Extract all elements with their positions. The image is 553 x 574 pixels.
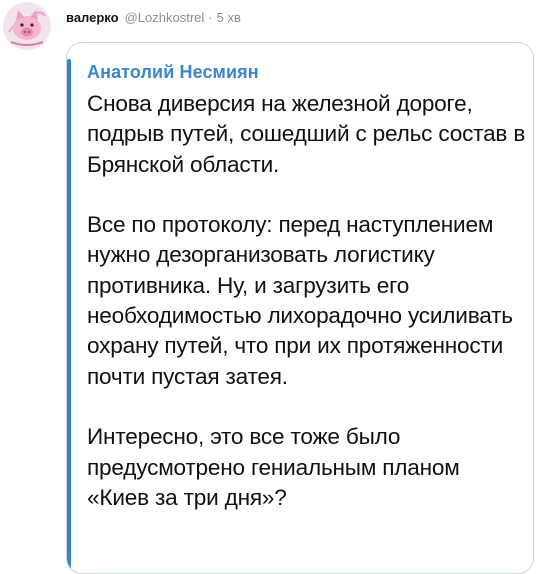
- post-paragraph: Все по протоколу: перед наступлением нуж…: [87, 212, 513, 389]
- forwarded-author-name: Анатолий Несмиян: [87, 62, 259, 82]
- post-paragraph: Интересно, это все тоже было предусмотре…: [87, 424, 460, 510]
- separator-dot: ·: [208, 9, 213, 25]
- tweet-header: валерко @Lozhkostrel · 5 хв: [66, 7, 241, 27]
- attached-screenshot[interactable]: Анатолий Несмиян Снова диверсия на желез…: [66, 42, 534, 574]
- tweet-timestamp[interactable]: 5 хв: [217, 10, 241, 25]
- tweet: валерко @Lozhkostrel · 5 хв Анатолий Нес…: [0, 0, 553, 574]
- post-body: Снова диверсия на железной дороге, подры…: [87, 89, 527, 513]
- author-handle[interactable]: @Lozhkostrel: [125, 10, 205, 25]
- quote-bar: [67, 59, 71, 573]
- post-paragraph: Снова диверсия на железной дороге, подры…: [87, 91, 526, 177]
- pig-avatar-icon[interactable]: [3, 2, 51, 50]
- author-name[interactable]: валерко: [66, 10, 119, 25]
